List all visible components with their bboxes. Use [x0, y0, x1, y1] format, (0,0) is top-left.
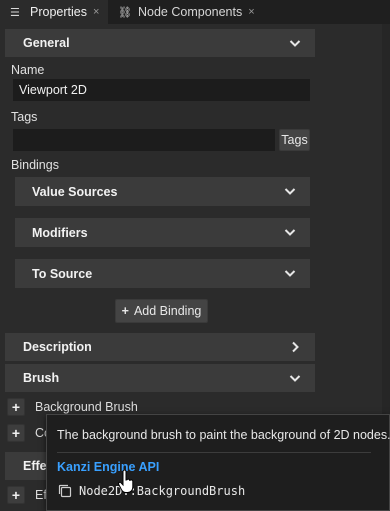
- tab-node-components[interactable]: ⛓ Node Components ×: [108, 0, 264, 24]
- tooltip-text: The background brush to paint the backgr…: [57, 428, 390, 442]
- close-icon[interactable]: ×: [93, 6, 99, 18]
- section-title: Effe: [23, 459, 47, 473]
- name-field[interactable]: Viewport 2D: [13, 79, 310, 101]
- section-title: Brush: [23, 371, 60, 385]
- section-title: To Source: [32, 266, 93, 281]
- tags-label: Tags: [11, 110, 38, 124]
- modifiers-header[interactable]: Modifiers: [15, 218, 310, 247]
- chevron-down-icon: [284, 226, 296, 238]
- add-binding-label: Add Binding: [133, 304, 202, 318]
- chevron-down-icon: [289, 37, 301, 49]
- plus-icon: +: [121, 304, 129, 318]
- chevron-down-icon: [284, 185, 296, 197]
- add-property-button[interactable]: +: [7, 398, 25, 416]
- close-icon[interactable]: ×: [248, 6, 254, 18]
- tooltip-divider: [57, 452, 371, 453]
- kanzi-engine-api-link[interactable]: Kanzi Engine API: [57, 460, 159, 474]
- chevron-down-icon: [289, 372, 301, 384]
- section-title: Description: [23, 340, 92, 354]
- add-property-button[interactable]: +: [7, 424, 25, 442]
- add-binding-button[interactable]: + Add Binding: [115, 299, 208, 323]
- chevron-down-icon: [284, 267, 296, 279]
- background-brush-label: Background Brush: [35, 400, 138, 414]
- tags-button[interactable]: Tags: [279, 129, 310, 151]
- list-icon: ☰: [10, 6, 20, 19]
- property-tooltip: The background brush to paint the backgr…: [46, 414, 390, 511]
- tab-properties[interactable]: ☰ Properties ×: [0, 0, 108, 24]
- section-title: Modifiers: [32, 225, 88, 240]
- to-source-header[interactable]: To Source: [15, 259, 310, 288]
- section-title: Value Sources: [32, 184, 118, 199]
- add-property-button[interactable]: +: [7, 486, 25, 504]
- section-effects-header[interactable]: Effe: [5, 452, 50, 480]
- section-brush-header[interactable]: Brush: [5, 364, 315, 392]
- section-general-header[interactable]: General: [5, 29, 315, 57]
- copy-icon[interactable]: [57, 483, 73, 499]
- hand-cursor-icon: [118, 469, 134, 494]
- section-description-header[interactable]: Description: [5, 333, 315, 361]
- api-code: Node2D::BackgroundBrush: [79, 484, 246, 498]
- section-title: General: [23, 36, 70, 50]
- value-sources-header[interactable]: Value Sources: [15, 177, 310, 206]
- nodes-icon: ⛓: [118, 6, 132, 19]
- bindings-label: Bindings: [11, 158, 59, 172]
- tab-label: Node Components: [138, 5, 243, 19]
- tab-label: Properties: [30, 5, 87, 19]
- chevron-right-icon: [289, 341, 301, 353]
- tags-field[interactable]: [13, 129, 275, 151]
- api-reference: Node2D::BackgroundBrush: [57, 483, 245, 499]
- name-label: Name: [11, 63, 45, 77]
